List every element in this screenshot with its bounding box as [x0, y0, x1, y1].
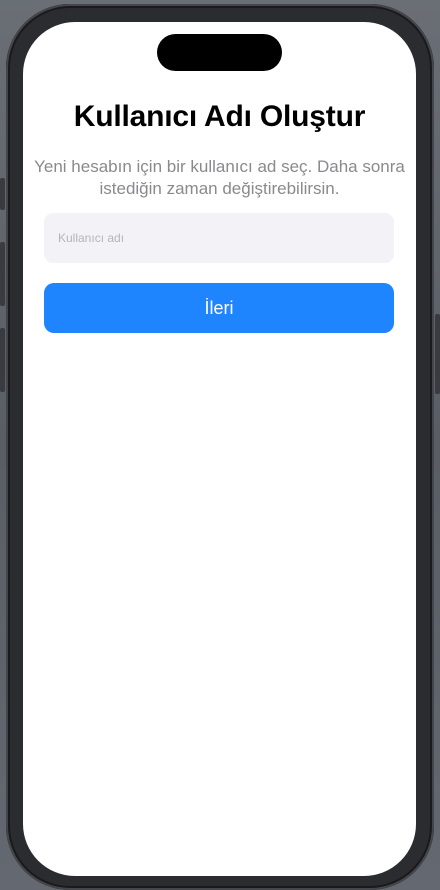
power-button [435, 314, 440, 394]
volume-down-button [0, 328, 5, 392]
page-subtitle: Yeni hesabın için bir kullanıcı ad seç. … [34, 157, 405, 198]
volume-up-button [0, 242, 5, 306]
next-button[interactable]: İleri [44, 283, 394, 333]
page-title: Kullanıcı Adı Oluştur [73, 100, 366, 133]
action-button [0, 178, 5, 210]
dynamic-island [157, 34, 282, 71]
phone-screen: Kullanıcı Adı Oluştur Yeni hesabın için … [23, 22, 416, 876]
username-input[interactable] [44, 213, 394, 263]
